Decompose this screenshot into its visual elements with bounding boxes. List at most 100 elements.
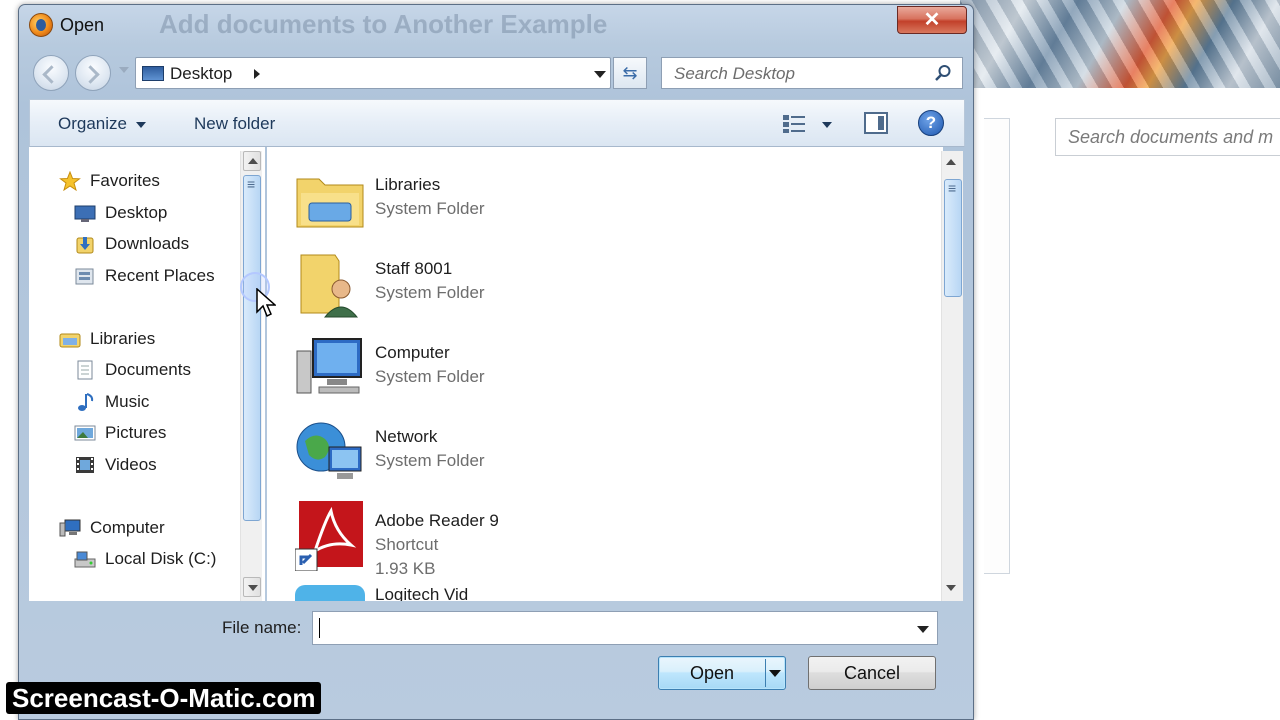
nav-item-documents[interactable]: Documents	[74, 357, 191, 383]
videos-icon	[76, 457, 94, 473]
file-item-logitech[interactable]: Logitech Vid	[295, 585, 895, 601]
address-bar[interactable]: Desktop	[135, 57, 611, 89]
title-bar[interactable]: Open Add documents to Another Example ✕	[19, 5, 973, 45]
music-icon	[78, 393, 94, 411]
search-icon[interactable]	[934, 64, 952, 82]
search-input[interactable]: Search Desktop	[661, 57, 963, 89]
nav-item-computer[interactable]: Computer	[59, 515, 165, 541]
nav-item-label: Music	[105, 392, 150, 411]
libraries-icon	[59, 333, 81, 348]
cancel-button[interactable]: Cancel	[808, 656, 936, 690]
desktop-icon	[142, 66, 164, 81]
computer-icon	[59, 519, 81, 537]
scroll-up-arrow-icon[interactable]	[243, 151, 261, 171]
nav-item-label: Libraries	[90, 329, 156, 348]
scroll-down-arrow-icon[interactable]	[946, 585, 956, 591]
chevron-down-icon[interactable]	[917, 626, 929, 633]
new-folder-button[interactable]: New folder	[194, 114, 275, 134]
navigation-scrollbar[interactable]	[240, 151, 262, 601]
address-dropdown-icon[interactable]	[594, 71, 606, 78]
nav-item-label: Local Disk (C:)	[105, 549, 217, 568]
preview-pane-icon[interactable]	[864, 112, 888, 134]
organize-button[interactable]: Organize	[58, 114, 127, 134]
downloads-icon	[76, 237, 94, 254]
file-type: System Folder	[375, 199, 485, 218]
back-button[interactable]	[33, 55, 69, 91]
file-item-network[interactable]: Network System Folder	[295, 417, 895, 497]
user-folder-icon	[300, 254, 359, 318]
nav-item-favorites[interactable]: Favorites	[59, 168, 160, 194]
background-search-input[interactable]: Search documents and m	[1055, 118, 1280, 156]
file-name-label: File name:	[222, 618, 302, 637]
nav-item-label: Videos	[105, 455, 157, 474]
adobe-reader-icon	[295, 501, 363, 571]
command-bar: Organize New folder ?	[29, 99, 965, 147]
recent-places-icon	[75, 268, 94, 285]
views-dropdown-icon[interactable]	[822, 122, 832, 128]
file-item-staff-8001[interactable]: Staff 8001 System Folder	[295, 249, 895, 329]
nav-item-label: Documents	[105, 360, 191, 379]
file-name: Libraries	[375, 175, 441, 194]
file-name: Staff 8001	[375, 259, 453, 278]
star-icon	[59, 171, 81, 191]
chevron-down-icon[interactable]	[136, 122, 146, 128]
forward-button[interactable]	[75, 55, 111, 91]
background-panel	[984, 118, 1010, 574]
file-type: Shortcut	[375, 535, 439, 554]
file-type: System Folder	[375, 283, 485, 302]
libraries-folder-icon	[296, 178, 364, 228]
breadcrumb-arrow-icon[interactable]	[254, 69, 260, 79]
nav-item-local-disk[interactable]: Local Disk (C:)	[74, 546, 216, 572]
file-name: Adobe Reader 9	[375, 511, 499, 530]
chevron-down-icon[interactable]	[769, 670, 781, 677]
screencast-watermark: Screencast-O-Matic.com	[6, 682, 322, 714]
open-split-divider	[765, 659, 766, 687]
file-item-adobe-reader[interactable]: Adobe Reader 9 Shortcut 1.93 KB	[295, 501, 895, 581]
scroll-down-arrow-icon[interactable]	[243, 577, 261, 597]
nav-item-desktop[interactable]: Desktop	[74, 200, 167, 226]
scroll-up-arrow-icon[interactable]	[946, 159, 956, 165]
file-name: Network	[375, 427, 438, 446]
file-item-computer[interactable]: Computer System Folder	[295, 333, 895, 413]
change-view-icon[interactable]	[782, 114, 806, 134]
network-icon	[296, 422, 362, 479]
file-item-libraries[interactable]: Libraries System Folder	[295, 165, 895, 245]
documents-icon	[77, 360, 93, 380]
nav-item-music[interactable]: Music	[74, 389, 149, 415]
help-icon[interactable]: ?	[918, 110, 944, 136]
scrollbar-thumb[interactable]	[944, 179, 962, 297]
dialog-title: Open	[60, 15, 105, 35]
background-banner-image	[960, 0, 1280, 88]
pictures-icon	[74, 425, 96, 441]
nav-item-recent-places[interactable]: Recent Places	[74, 263, 215, 289]
file-name-input[interactable]	[312, 611, 938, 645]
open-button-label: Open	[689, 663, 735, 683]
nav-item-label: Favorites	[90, 171, 160, 190]
nav-item-downloads[interactable]: Downloads	[74, 231, 189, 257]
navigation-pane: Favorites Desktop Downloads Recent Place…	[29, 147, 265, 601]
scrollbar-thumb[interactable]	[243, 175, 261, 521]
file-list-scrollbar[interactable]	[941, 151, 963, 601]
nav-item-label: Pictures	[105, 423, 167, 442]
file-type: System Folder	[375, 367, 485, 386]
desktop-icon	[74, 205, 96, 222]
file-list-pane: Libraries System Folder Staff 8001 Syste…	[267, 147, 943, 601]
computer-icon	[296, 338, 362, 394]
nav-item-label: Computer	[90, 518, 165, 537]
refresh-button[interactable]: ⇆	[613, 57, 647, 89]
close-button[interactable]: ✕	[897, 6, 967, 34]
address-location[interactable]: Desktop	[170, 64, 232, 84]
mouse-cursor-icon	[256, 288, 276, 318]
recent-locations-dropdown[interactable]	[119, 67, 129, 73]
open-button[interactable]: Open	[658, 656, 786, 690]
nav-item-label: Downloads	[105, 234, 190, 253]
file-name: Computer	[375, 343, 450, 362]
nav-item-videos[interactable]: Videos	[74, 452, 157, 478]
file-size: 1.93 KB	[375, 559, 436, 578]
search-placeholder: Search Desktop	[674, 64, 795, 83]
nav-item-libraries[interactable]: Libraries	[59, 326, 155, 352]
nav-item-label: Desktop	[105, 203, 168, 222]
firefox-icon	[29, 13, 53, 37]
nav-item-pictures[interactable]: Pictures	[74, 420, 166, 446]
text-caret	[319, 618, 320, 638]
